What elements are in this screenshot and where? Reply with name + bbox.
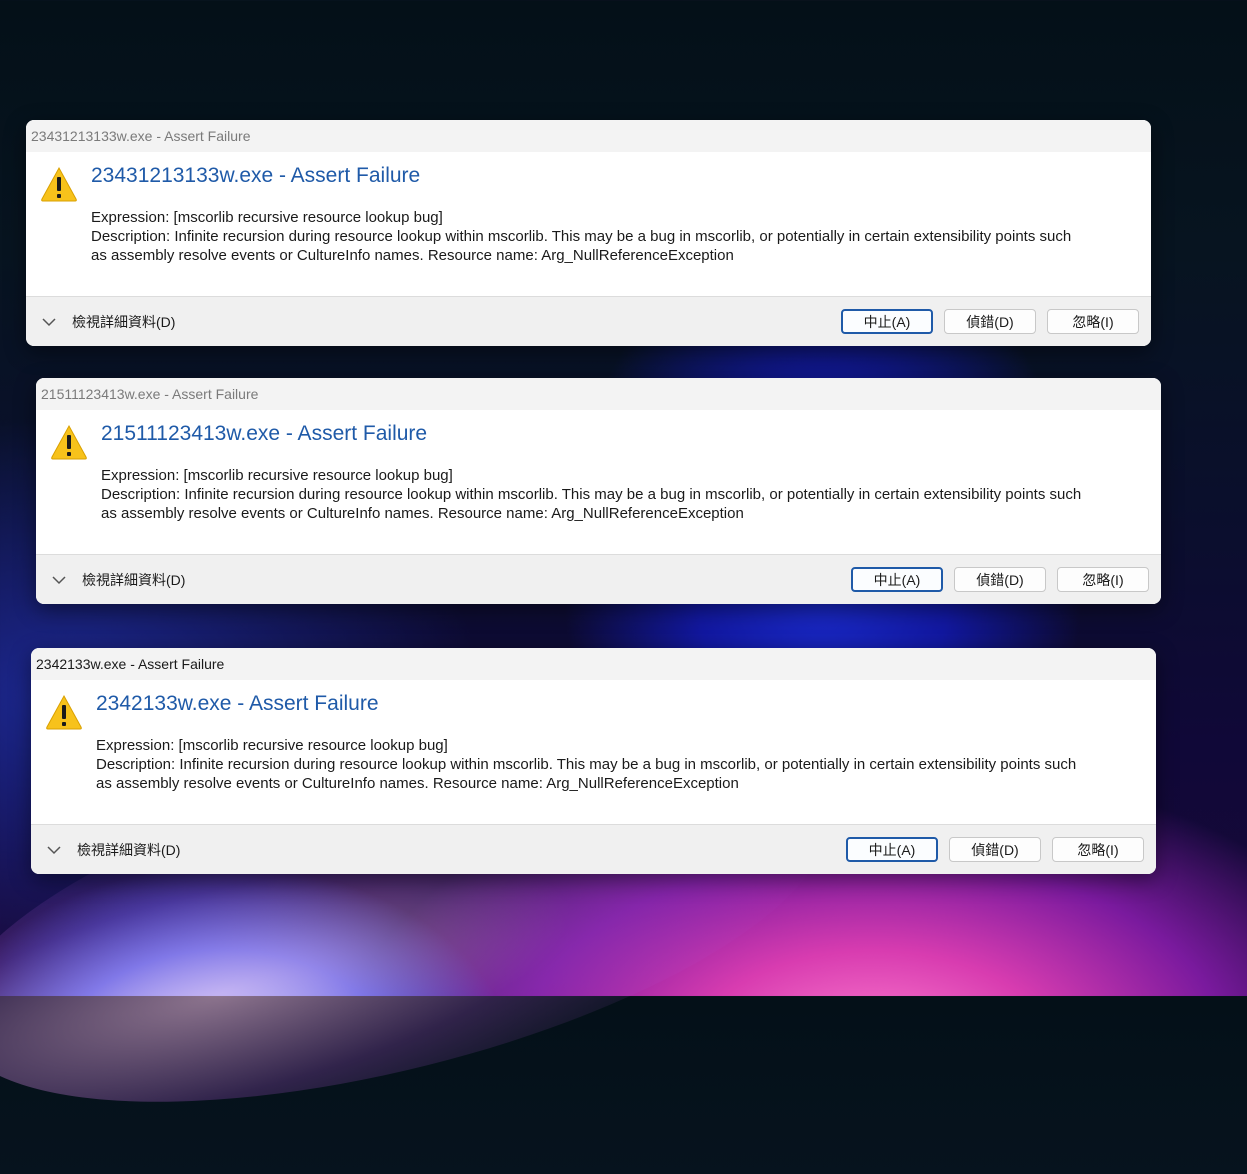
expression-line: Expression: [mscorlib recursive resource… (101, 467, 453, 484)
dialog-content: 23431213133w.exe - Assert Failure Expres… (26, 152, 1151, 296)
warning-icon (51, 424, 87, 460)
main-instruction: 2342133w.exe - Assert Failure (96, 692, 379, 715)
debug-button[interactable]: 偵錯(D) (949, 837, 1041, 862)
message-text: Expression: [mscorlib recursive resource… (96, 736, 1138, 793)
expression-line: Expression: [mscorlib recursive resource… (91, 209, 443, 226)
abort-button[interactable]: 中止(A) (851, 567, 943, 592)
view-details-toggle[interactable]: 檢視詳細資料(D) (42, 312, 175, 332)
chevron-down-icon (47, 846, 61, 855)
view-details-toggle[interactable]: 檢視詳細資料(D) (52, 570, 185, 590)
button-row: 中止(A) 偵錯(D) 忽略(I) (851, 567, 1149, 592)
dialog-content: 21511123413w.exe - Assert Failure Expres… (36, 410, 1161, 554)
ignore-button[interactable]: 忽略(I) (1047, 309, 1139, 334)
main-instruction: 21511123413w.exe - Assert Failure (101, 422, 428, 445)
chevron-down-icon (52, 576, 66, 585)
window-title[interactable]: 21511123413w.exe - Assert Failure (36, 378, 1161, 410)
assert-dialog-1: 23431213133w.exe - Assert Failure 234312… (26, 120, 1151, 346)
dialog-footer: 檢視詳細資料(D) 中止(A) 偵錯(D) 忽略(I) (36, 554, 1161, 604)
view-details-label: 檢視詳細資料(D) (72, 314, 176, 330)
dialog-footer: 檢視詳細資料(D) 中止(A) 偵錯(D) 忽略(I) (26, 296, 1151, 346)
abort-button[interactable]: 中止(A) (846, 837, 938, 862)
message-text: Expression: [mscorlib recursive resource… (101, 466, 1143, 523)
description-continuation-line: as assembly resolve events or CultureInf… (91, 247, 734, 264)
dialog-footer: 檢視詳細資料(D) 中止(A) 偵錯(D) 忽略(I) (31, 824, 1156, 874)
assert-dialog-2: 21511123413w.exe - Assert Failure 215111… (36, 378, 1161, 604)
dialog-content: 2342133w.exe - Assert Failure Expression… (31, 680, 1156, 824)
ignore-button[interactable]: 忽略(I) (1057, 567, 1149, 592)
description-continuation-line: as assembly resolve events or CultureInf… (96, 775, 739, 792)
view-details-toggle[interactable]: 檢視詳細資料(D) (47, 840, 180, 860)
message-text: Expression: [mscorlib recursive resource… (91, 208, 1133, 265)
button-row: 中止(A) 偵錯(D) 忽略(I) (841, 309, 1139, 334)
expression-line: Expression: [mscorlib recursive resource… (96, 737, 448, 754)
window-title[interactable]: 2342133w.exe - Assert Failure (31, 648, 1156, 680)
warning-icon (41, 166, 77, 202)
view-details-label: 檢視詳細資料(D) (77, 842, 181, 858)
button-row: 中止(A) 偵錯(D) 忽略(I) (846, 837, 1144, 862)
debug-button[interactable]: 偵錯(D) (954, 567, 1046, 592)
main-instruction: 23431213133w.exe - Assert Failure (91, 164, 421, 187)
debug-button[interactable]: 偵錯(D) (944, 309, 1036, 334)
description-line: Description: Infinite recursion during r… (96, 756, 1077, 773)
ignore-button[interactable]: 忽略(I) (1052, 837, 1144, 862)
view-details-label: 檢視詳細資料(D) (82, 572, 186, 588)
assert-dialog-3: 2342133w.exe - Assert Failure 2342133w.e… (31, 648, 1156, 874)
description-line: Description: Infinite recursion during r… (91, 228, 1072, 245)
abort-button[interactable]: 中止(A) (841, 309, 933, 334)
description-line: Description: Infinite recursion during r… (101, 486, 1082, 503)
chevron-down-icon (42, 318, 56, 327)
description-continuation-line: as assembly resolve events or CultureInf… (101, 505, 744, 522)
warning-icon (46, 694, 82, 730)
window-title[interactable]: 23431213133w.exe - Assert Failure (26, 120, 1151, 152)
